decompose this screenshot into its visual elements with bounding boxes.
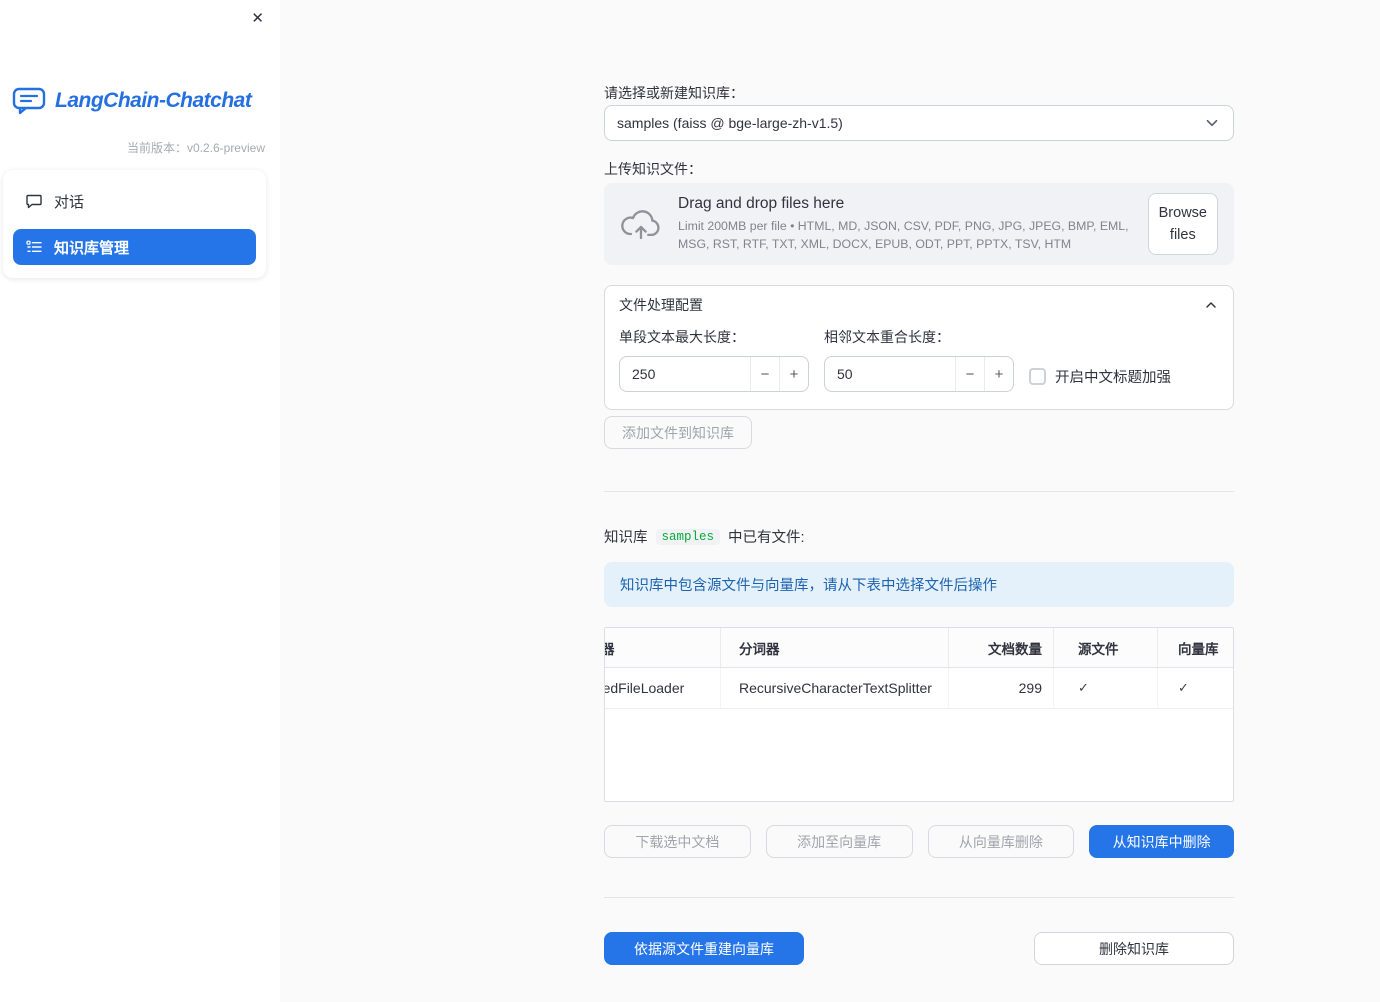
info-banner-text: 知识库中包含源文件与向量库，请从下表中选择文件后操作 bbox=[620, 578, 997, 594]
expander-body: 单段文本最大长度： 250 − + 相邻文本重合长度： 50 − + 开启中文标… bbox=[605, 324, 1233, 409]
sidebar: ✕ LangChain-Chatchat 当前版本：v0.2.6-preview… bbox=[0, 0, 280, 1002]
overlap-value[interactable]: 50 bbox=[825, 357, 955, 391]
file-dropzone[interactable]: Drag and drop files here Limit 200MB per… bbox=[604, 183, 1234, 265]
delete-from-vector-button[interactable]: 从向量库删除 bbox=[927, 825, 1075, 858]
divider bbox=[604, 897, 1234, 898]
plus-button[interactable]: + bbox=[779, 357, 808, 391]
download-selected-button[interactable]: 下载选中文档 bbox=[604, 825, 751, 858]
existing-files-prefix: 知识库 bbox=[604, 530, 648, 546]
add-to-vector-button[interactable]: 添加至向量库 bbox=[765, 825, 913, 858]
dropzone-hint: Limit 200MB per file • HTML, MD, JSON, C… bbox=[678, 219, 1129, 251]
config-expander: 文件处理配置 单段文本最大长度： 250 − + 相邻文本重合长度： 50 − … bbox=[604, 285, 1234, 410]
chevron-down-icon bbox=[1203, 114, 1221, 132]
col-vector-header: 向量库 bbox=[1157, 628, 1233, 667]
minus-button[interactable]: − bbox=[750, 357, 779, 391]
kb-select-value: samples (faiss @ bge-large-zh-v1.5) bbox=[617, 115, 843, 131]
plus-button[interactable]: + bbox=[984, 357, 1013, 391]
chevron-up-icon bbox=[1203, 297, 1219, 313]
logo-chat-icon bbox=[12, 86, 46, 115]
table-row: UnstructuredFileLoader RecursiveCharacte… bbox=[605, 668, 1233, 709]
cell-vector-check[interactable]: ✓ bbox=[1157, 668, 1233, 708]
kb-name-code: samples bbox=[655, 528, 721, 545]
info-banner: 知识库中包含源文件与向量库，请从下表中选择文件后操作 bbox=[604, 562, 1234, 607]
delete-kb-button[interactable]: 删除知识库 bbox=[1034, 932, 1234, 965]
table-header-row: 文档加载器 分词器 文档数量 源文件 向量库 bbox=[605, 628, 1233, 668]
overlap-label: 相邻文本重合长度： bbox=[824, 329, 950, 345]
sidebar-item-label: 对话 bbox=[54, 193, 85, 211]
cell-doc-count[interactable]: 299 bbox=[948, 668, 1053, 708]
files-table[interactable]: 文档加载器 分词器 文档数量 源文件 向量库 UnstructuredFileL… bbox=[604, 627, 1234, 802]
kb-select-label: 请选择或新建知识库： bbox=[604, 85, 744, 101]
chunk-size-input: 250 − + bbox=[619, 356, 809, 392]
sidebar-item-chat[interactable]: 对话 bbox=[13, 183, 256, 219]
row-actions: 下载选中文档 添加至向量库 从向量库删除 从知识库中删除 bbox=[604, 825, 1234, 858]
add-files-button[interactable]: 添加文件到知识库 bbox=[604, 416, 752, 449]
cell-splitter[interactable]: RecursiveCharacterTextSplitter bbox=[720, 668, 948, 708]
zh-title-checkbox[interactable] bbox=[1029, 367, 1046, 385]
chunk-size-field: 单段文本最大长度： 250 − + bbox=[619, 327, 809, 392]
rebuild-vector-button[interactable]: 依据源文件重建向量库 bbox=[604, 932, 804, 965]
zh-title-field: 开启中文标题加强 bbox=[1029, 327, 1219, 392]
sidebar-item-kb-management[interactable]: 知识库管理 bbox=[13, 229, 256, 265]
sidebar-close-button[interactable]: ✕ bbox=[247, 7, 268, 30]
version-label: 当前版本：v0.2.6-preview bbox=[126, 141, 265, 155]
dropzone-title: Drag and drop files here bbox=[678, 195, 845, 213]
col-doc-count-header: 文档数量 bbox=[948, 628, 1053, 667]
list-icon bbox=[26, 239, 42, 255]
expander-header[interactable]: 文件处理配置 bbox=[605, 286, 1233, 324]
upload-files-label: 上传知识文件： bbox=[604, 161, 702, 177]
bottom-actions: 依据源文件重建向量库 删除知识库 bbox=[604, 932, 1234, 965]
existing-files-suffix: 中已有文件: bbox=[728, 530, 805, 546]
minus-button[interactable]: − bbox=[955, 357, 984, 391]
app-logo-text: LangChain-Chatchat bbox=[55, 88, 252, 112]
col-splitter-header: 分词器 bbox=[720, 628, 948, 667]
sidebar-menu: 对话 知识库管理 bbox=[3, 170, 266, 278]
expander-title: 文件处理配置 bbox=[619, 297, 703, 313]
delete-from-kb-button[interactable]: 从知识库中删除 bbox=[1089, 825, 1234, 858]
col-loader-header: 文档加载器 bbox=[605, 628, 720, 667]
zh-title-checkbox-label: 开启中文标题加强 bbox=[1055, 369, 1171, 386]
chat-bubble-icon bbox=[26, 193, 42, 209]
overlap-input: 50 − + bbox=[824, 356, 1014, 392]
existing-files-line: 知识库 samples 中已有文件: bbox=[604, 526, 805, 547]
cloud-upload-icon bbox=[620, 209, 662, 239]
col-source-header: 源文件 bbox=[1053, 628, 1157, 667]
overlap-field: 相邻文本重合长度： 50 − + bbox=[824, 327, 1014, 392]
chunk-size-value[interactable]: 250 bbox=[620, 357, 750, 391]
kb-selectbox[interactable]: samples (faiss @ bge-large-zh-v1.5) bbox=[604, 105, 1234, 141]
cell-loader[interactable]: UnstructuredFileLoader bbox=[605, 668, 720, 708]
chunk-size-label: 单段文本最大长度： bbox=[619, 329, 745, 345]
browse-files-button[interactable]: Browse files bbox=[1147, 192, 1218, 256]
cell-source-check[interactable]: ✓ bbox=[1053, 668, 1157, 708]
sidebar-item-label: 知识库管理 bbox=[54, 239, 130, 257]
app-logo: LangChain-Chatchat bbox=[12, 86, 252, 115]
divider bbox=[604, 491, 1234, 492]
